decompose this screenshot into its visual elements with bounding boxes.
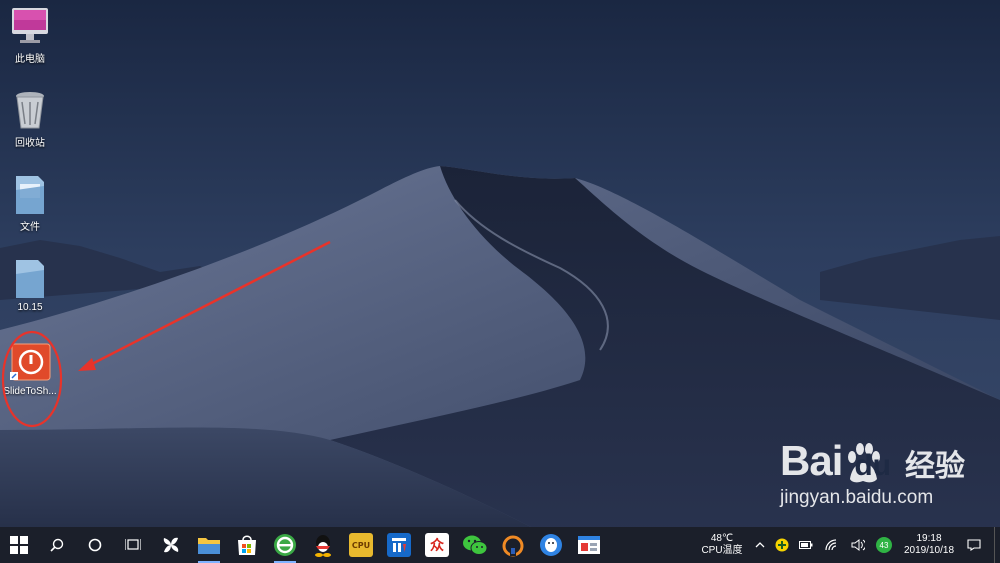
- taskbar-app-wechat[interactable]: [456, 527, 494, 563]
- cpu-temperature[interactable]: 48℃ CPU温度: [692, 527, 752, 563]
- baidu-watermark: Bai du 经验 jingyan.baidu.com: [780, 437, 970, 527]
- desktop: 此电脑 回收站 文件 10.15 SlideToSh... Bai du 经验 …: [0, 0, 1000, 563]
- taskbar-app-vpn[interactable]: [494, 527, 532, 563]
- show-desktop-button[interactable]: [994, 527, 1000, 563]
- show-hidden-icons-button[interactable]: [752, 527, 768, 563]
- annotation-ellipse: [1, 330, 63, 428]
- watermark-suffix: 经验: [905, 450, 966, 483]
- windows-logo-icon: [10, 536, 28, 554]
- tray-badge: 43: [876, 537, 892, 553]
- tray-volume-button[interactable]: [848, 527, 868, 563]
- qq-penguin-icon: [315, 535, 331, 557]
- taskbar-app-cpu-z[interactable]: CPU: [342, 527, 380, 563]
- clock[interactable]: 19:18 2019/10/18: [898, 527, 960, 563]
- chevron-up-icon: [755, 542, 765, 548]
- plus-circle-icon: [775, 538, 789, 552]
- volume-icon: [851, 539, 865, 551]
- tools-icon: [387, 533, 411, 557]
- store-icon: [238, 535, 256, 555]
- tray-plus-icon-button[interactable]: [772, 527, 792, 563]
- file-explorer-icon: [198, 538, 220, 554]
- vpn-icon: [502, 535, 524, 557]
- wifi-icon: [825, 539, 837, 551]
- taskbar-app-tools[interactable]: [380, 527, 418, 563]
- cpu-temp-label: CPU温度: [701, 545, 743, 556]
- wechat-icon: [463, 535, 488, 555]
- search-button[interactable]: [38, 527, 76, 563]
- tray-wifi-button[interactable]: [822, 527, 842, 563]
- taskbar-app-window[interactable]: [570, 527, 608, 563]
- taskbar-app-browser[interactable]: [266, 527, 304, 563]
- pinwheel-icon: [163, 537, 179, 553]
- window-app-icon: [578, 536, 600, 554]
- taskbar-app-store[interactable]: [228, 527, 266, 563]
- tray-battery-button[interactable]: [796, 527, 816, 563]
- browser-icon: [274, 534, 296, 556]
- clock-date: 2019/10/18: [903, 545, 955, 556]
- watermark-brand: Bai: [780, 437, 843, 484]
- start-button[interactable]: [0, 527, 38, 563]
- taskbar-app-qq[interactable]: [304, 527, 342, 563]
- annotation-arrowhead: [78, 358, 96, 371]
- pinwheel-app-button[interactable]: [152, 527, 190, 563]
- cortana-button[interactable]: [76, 527, 114, 563]
- taskbar: CPU 众 48℃ CPU温度 43 19:18 2019/10/18: [0, 527, 1000, 563]
- watermark-url: jingyan.baidu.com: [780, 487, 934, 508]
- cortana-icon: [88, 538, 102, 552]
- task-view-button[interactable]: [114, 527, 152, 563]
- task-view-icon: [125, 539, 141, 550]
- clock-time: 19:18: [916, 533, 942, 544]
- watermark-brand-du: du: [854, 449, 892, 482]
- taskbar-app-file-explorer[interactable]: [190, 527, 228, 563]
- notification-icon: [967, 539, 981, 551]
- taskbar-app-tim[interactable]: [532, 527, 570, 563]
- tray-badge-button[interactable]: 43: [874, 527, 894, 563]
- tim-icon: [540, 534, 562, 556]
- battery-icon: [799, 541, 813, 549]
- app-red-icon: 众: [425, 533, 449, 557]
- cpu-temp-value: 48℃: [710, 533, 734, 544]
- cpu-z-icon: CPU: [349, 533, 373, 557]
- annotation-arrow: [87, 240, 331, 368]
- taskbar-app-red[interactable]: 众: [418, 527, 456, 563]
- search-icon: [50, 538, 64, 552]
- action-center-button[interactable]: [962, 527, 986, 563]
